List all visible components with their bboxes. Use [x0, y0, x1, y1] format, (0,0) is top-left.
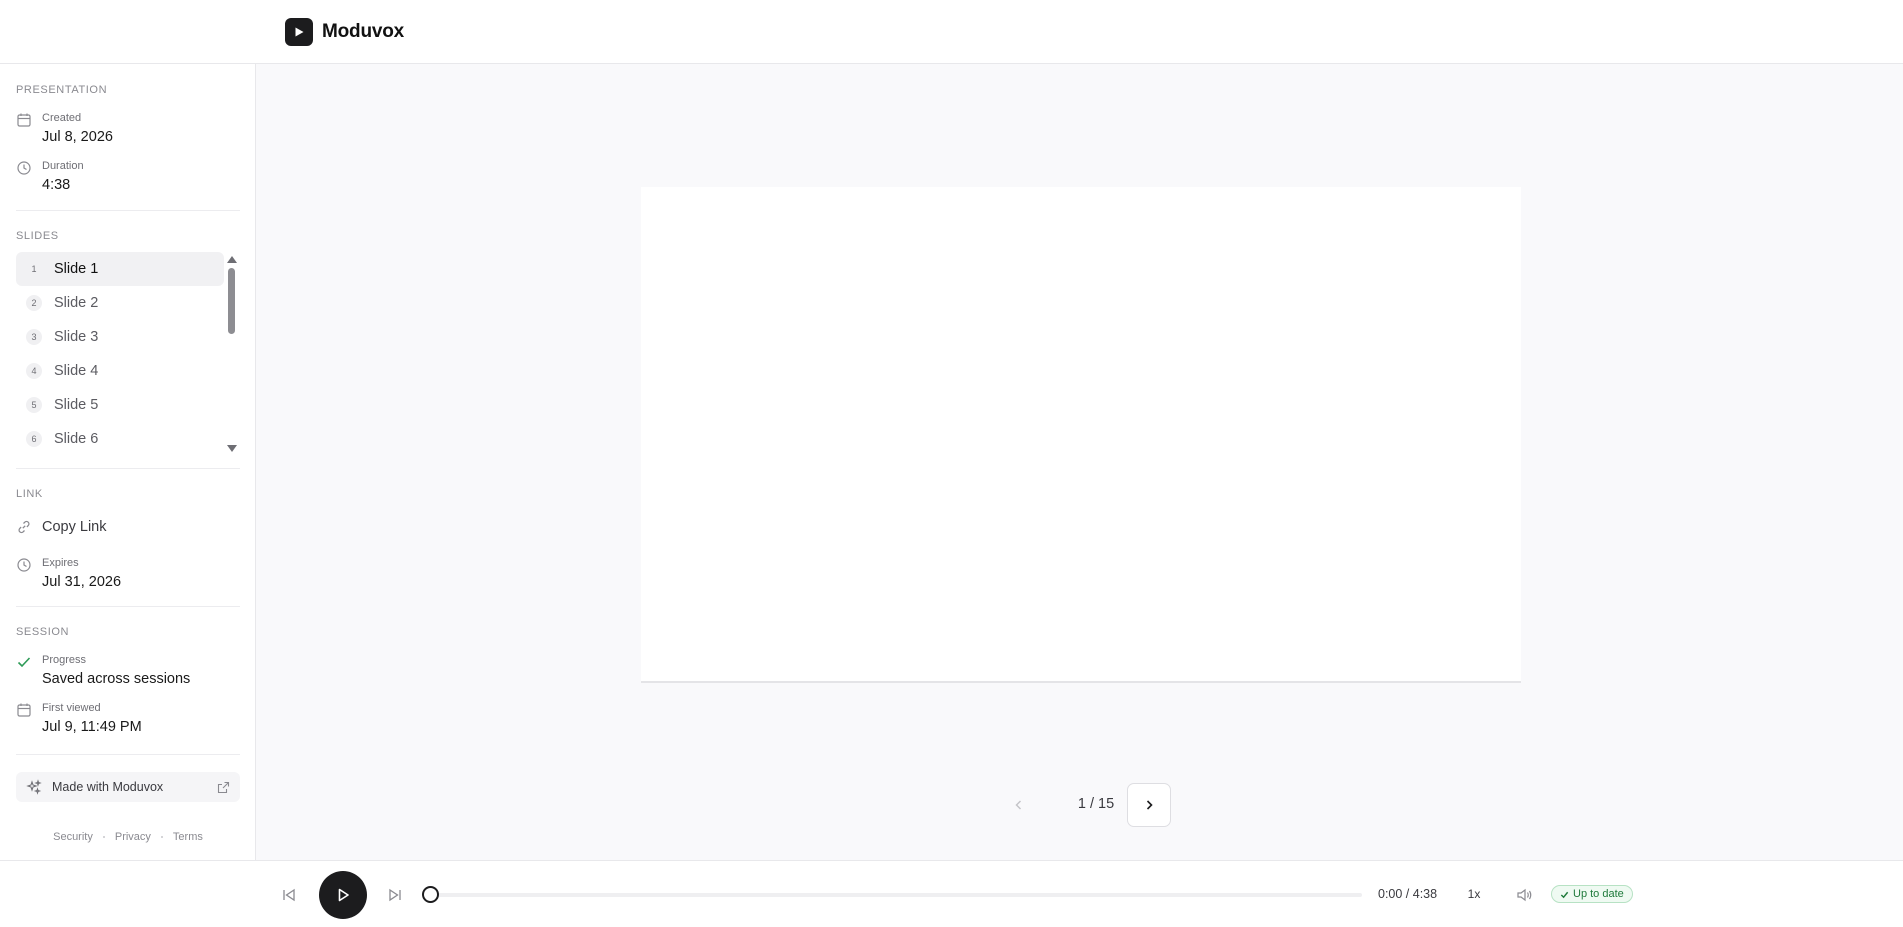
- previous-slide-button[interactable]: [997, 783, 1041, 827]
- calendar-icon: [17, 113, 31, 127]
- duration-value: 4:38: [42, 177, 71, 193]
- section-title-link: LINK: [16, 488, 43, 500]
- divider: [16, 754, 240, 755]
- top-header: Moduvox: [0, 0, 1903, 64]
- made-with-label: Made with Moduvox: [52, 780, 164, 794]
- progress-value: Saved across sessions: [42, 671, 191, 687]
- play-icon: [338, 888, 349, 902]
- checkmark-icon: [17, 657, 31, 668]
- slide-label: Slide 4: [54, 363, 99, 379]
- brand[interactable]: Moduvox: [285, 18, 404, 46]
- slides-list: 1 Slide 1 2 Slide 2 3 Slide 3 4 Slide 4 …: [16, 252, 224, 456]
- separator-dot: [102, 836, 105, 838]
- terms-link[interactable]: Terms: [173, 831, 203, 843]
- slides-scrollbar[interactable]: [224, 252, 238, 456]
- expires-value: Jul 31, 2026: [42, 574, 122, 590]
- slide-item-4[interactable]: 4 Slide 4: [16, 354, 224, 388]
- slide-item-1[interactable]: 1 Slide 1: [16, 252, 224, 286]
- slide-pager: 1 / 15: [256, 783, 1903, 827]
- meta-progress: Progress Saved across sessions: [16, 653, 240, 689]
- play-icon: [285, 18, 313, 46]
- progress-knob[interactable]: [422, 886, 439, 903]
- chevron-right-icon: [1146, 800, 1153, 810]
- meta-expires: Expires Jul 31, 2026: [16, 556, 240, 592]
- copy-link-button[interactable]: Copy Link: [16, 518, 106, 535]
- skip-forward-button[interactable]: [385, 885, 405, 905]
- volume-button[interactable]: [1514, 885, 1534, 905]
- play-button[interactable]: [319, 871, 367, 919]
- playback-speed-button[interactable]: 1x: [1464, 887, 1484, 901]
- made-with-moduvox-link[interactable]: Made with Moduvox: [16, 772, 240, 802]
- player-bar: 0:00 / 4:38 1x Up to date: [0, 860, 1903, 927]
- section-title-presentation: PRESENTATION: [16, 84, 108, 96]
- slide-label: Slide 5: [54, 397, 99, 413]
- volume-icon: [1516, 888, 1531, 902]
- slide-item-6[interactable]: 6 Slide 6: [16, 422, 224, 456]
- checkmark-icon: [1560, 891, 1569, 898]
- slide-number: 6: [26, 431, 42, 447]
- section-title-session: SESSION: [16, 626, 70, 638]
- slide-number: 1: [31, 264, 37, 274]
- brand-name: Moduvox: [322, 21, 404, 42]
- skip-forward-icon: [389, 888, 401, 902]
- clock-icon: [17, 558, 31, 572]
- footer-links: Security Privacy Terms: [0, 831, 256, 843]
- scroll-down-arrow-icon[interactable]: [227, 445, 237, 452]
- slide-label: Slide 2: [54, 295, 99, 311]
- first-viewed-label: First viewed: [42, 702, 101, 714]
- main-stage: 1 / 15: [256, 64, 1903, 860]
- progress-track[interactable]: [430, 893, 1362, 897]
- skip-back-button[interactable]: [279, 885, 299, 905]
- duration-label: Duration: [42, 160, 84, 172]
- meta-created: Created Jul 8, 2026: [16, 111, 240, 147]
- skip-back-icon: [283, 888, 295, 902]
- next-slide-button[interactable]: [1127, 783, 1171, 827]
- sidebar: PRESENTATION Created Jul 8, 2026 Duratio…: [0, 64, 256, 860]
- sparkles-icon: [26, 779, 42, 795]
- created-label: Created: [42, 112, 82, 124]
- section-title-slides: SLIDES: [16, 230, 59, 242]
- slide-item-3[interactable]: 3 Slide 3: [16, 320, 224, 354]
- slide-label: Slide 3: [54, 329, 99, 345]
- copy-link-label: Copy Link: [42, 518, 107, 535]
- external-link-icon: [217, 781, 230, 793]
- time-display: 0:00 / 4:38: [1378, 887, 1438, 901]
- slide-number: 5: [26, 397, 42, 413]
- scroll-thumb[interactable]: [228, 268, 235, 334]
- clock-icon: [17, 161, 31, 175]
- app-root: Moduvox PRESENTATION Created Jul 8, 2026…: [0, 0, 1903, 927]
- first-viewed-value: Jul 9, 11:49 PM: [42, 719, 142, 735]
- meta-duration: Duration 4:38: [16, 159, 240, 195]
- slide-item-2[interactable]: 2 Slide 2: [16, 286, 224, 320]
- link-icon: [18, 520, 30, 534]
- divider: [16, 210, 240, 211]
- slide-label: Slide 6: [54, 431, 99, 447]
- slide-label: Slide 1: [54, 261, 99, 277]
- expires-label: Expires: [42, 557, 79, 569]
- created-value: Jul 8, 2026: [42, 129, 113, 145]
- slide-number: 3: [26, 329, 42, 345]
- slide-number: 4: [26, 363, 42, 379]
- calendar-icon: [17, 703, 31, 717]
- meta-first-viewed: First viewed Jul 9, 11:49 PM: [16, 701, 240, 737]
- security-link[interactable]: Security: [53, 831, 93, 843]
- slide-counter: 1 / 15: [1077, 796, 1115, 812]
- divider: [16, 606, 240, 607]
- separator-dot: [160, 836, 163, 838]
- status-badge: Up to date: [1551, 885, 1633, 903]
- chevron-left-icon: [1015, 800, 1022, 810]
- slide-canvas[interactable]: [641, 187, 1521, 683]
- privacy-link[interactable]: Privacy: [115, 831, 151, 843]
- status-label: Up to date: [1573, 888, 1624, 900]
- slide-item-5[interactable]: 5 Slide 5: [16, 388, 224, 422]
- scroll-up-arrow-icon[interactable]: [227, 256, 237, 263]
- divider: [16, 468, 240, 469]
- slide-number: 2: [26, 295, 42, 311]
- progress-label: Progress: [42, 654, 87, 666]
